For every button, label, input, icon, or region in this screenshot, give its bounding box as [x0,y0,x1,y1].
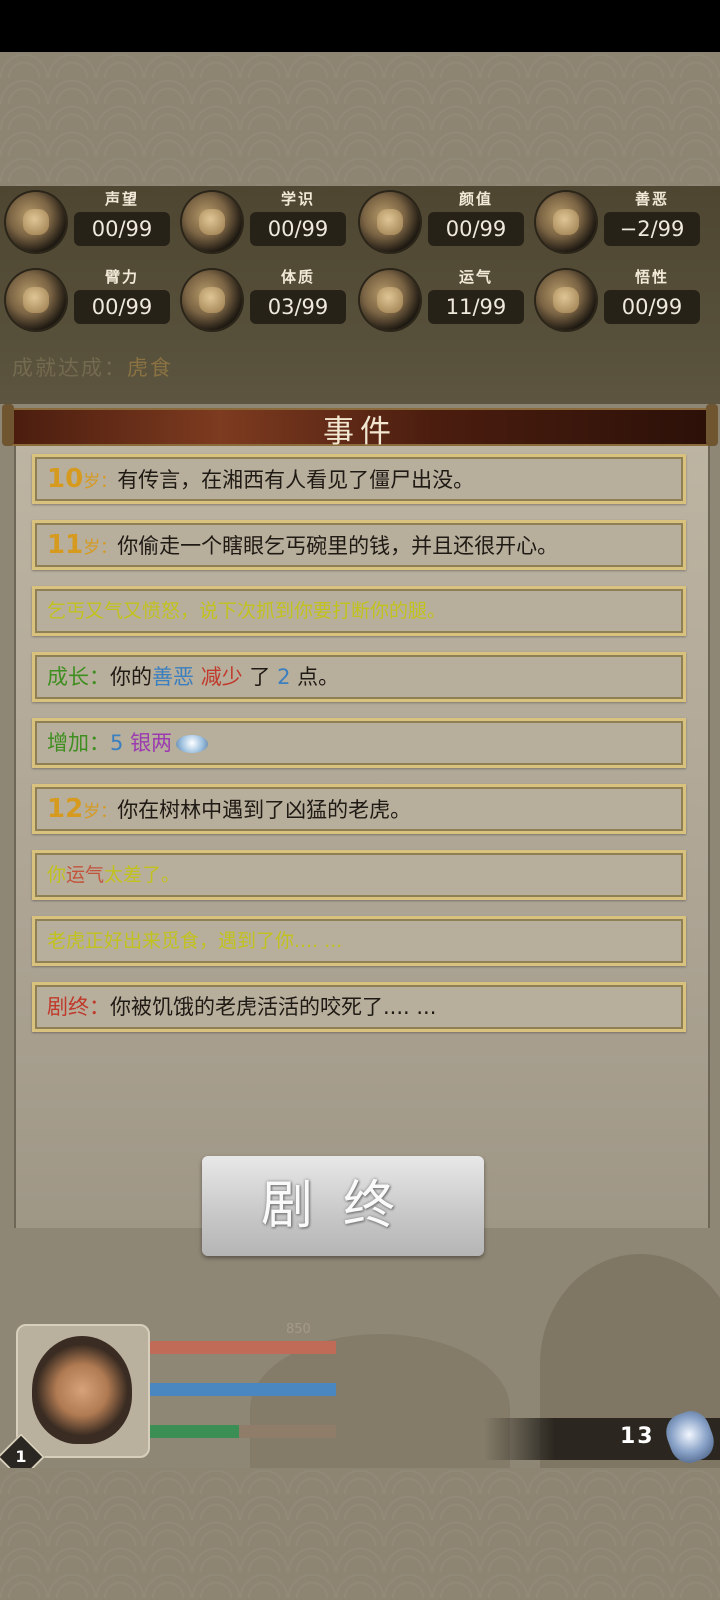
comprehension-icon [536,270,596,330]
constitution-icon [182,270,242,330]
stat-value: −2/99 [604,212,700,246]
event-text: 你的 [110,665,152,689]
stat-label: 运气 [458,268,493,286]
event-entry: 成长：你的善恶 减少 了 2 点。 [32,652,686,702]
event-entry: 剧终：你被饥饿的老虎活活的咬死了.... ... [32,982,686,1032]
background-pattern-bottom [0,1468,720,1600]
event-text: 了 [249,665,271,689]
stat-value: 00/99 [74,212,170,246]
silver-ingot-icon [176,735,209,753]
stat-fame[interactable]: 声望 00/99 [0,188,175,256]
stat-value: 00/99 [604,290,700,324]
event-entry: 增加：5 银两 [32,718,686,768]
event-text: 你在树林中遇到了凶猛的老虎。 [117,798,412,822]
knowledge-icon [182,192,242,252]
event-age: 12 [47,794,84,824]
stat-label: 学识 [280,190,315,208]
stat-value: 03/99 [250,290,346,324]
panel-title: 事件 [323,414,397,450]
stat-label: 颜值 [458,190,493,208]
sp-bar [150,1425,336,1438]
event-entry: 老虎正好出来觅食，遇到了你.... ... [32,916,686,966]
stat-value: 00/99 [74,290,170,324]
event-entry: 10岁：有传言，在湘西有人看见了僵尸出没。 [32,454,686,504]
event-prefix: 成长： [47,665,110,689]
end-game-button[interactable]: 剧终 [202,1156,484,1256]
hp-value: 850 [286,1322,311,1337]
hp-bar [150,1341,336,1354]
end-game-label: 剧终 [260,1176,425,1236]
stat-label: 体质 [280,268,315,286]
stat-label: 声望 [104,190,139,208]
stats-panel: 声望 00/99 学识 00/99 颜值 00/99 善恶 −2/99 臂力 0… [0,186,720,346]
event-age-suffix: 岁： [83,802,118,822]
achievement-value: 虎食 [127,356,173,380]
fame-icon [6,192,66,252]
avatar [32,1336,132,1444]
event-amount: 2 [277,665,291,689]
stat-value: 00/99 [428,212,524,246]
stat-knowledge[interactable]: 学识 00/99 [176,188,351,256]
event-age: 10 [47,464,84,494]
luck-icon [360,270,420,330]
event-age: 11 [47,530,84,560]
hp-bar-fill [150,1341,336,1354]
event-text: 点。 [297,665,340,689]
stat-strength[interactable]: 臂力 00/99 [0,266,175,334]
stat-luck[interactable]: 运气 11/99 [354,266,529,334]
stat-label: 善恶 [634,190,669,208]
event-age-suffix: 岁： [83,538,118,558]
event-text: 老虎正好出来觅食，遇到了你.... ... [47,930,343,952]
looks-icon [360,192,420,252]
event-amount: 5 [110,731,124,755]
event-change: 减少 [200,665,243,689]
stat-value: 00/99 [250,212,346,246]
morality-icon [536,192,596,252]
achievement-notice: 成就达成：虎食 [12,352,173,382]
mp-bar [150,1383,336,1396]
event-prefix: 剧终： [47,995,110,1019]
stat-label: 臂力 [104,268,139,286]
event-prefix: 增加： [47,731,110,755]
stat-label: 悟性 [634,268,669,286]
background-pattern-top [0,52,720,186]
event-entry: 11岁：你偷走一个瞎眼乞丐碗里的钱，并且还很开心。 [32,520,686,570]
mp-bar-fill [150,1383,336,1396]
currency-count: 13 [620,1424,655,1449]
event-entry: 你运气太差了。 [32,850,686,900]
event-text: 有传言，在湘西有人看见了僵尸出没。 [117,468,475,492]
stat-looks[interactable]: 颜值 00/99 [354,188,529,256]
event-item: 银两 [130,731,173,755]
stat-comprehension[interactable]: 悟性 00/99 [530,266,705,334]
stat-morality[interactable]: 善恶 −2/99 [530,188,705,256]
event-entry: 乞丐又气又愤怒，说下次抓到你要打断你的腿。 [32,586,686,636]
sp-bar-fill [150,1425,240,1438]
mountain-silhouette [250,1334,510,1484]
event-text: 你 [47,864,67,886]
event-text: 你被饥饿的老虎活活的咬死了.... ... [110,995,437,1019]
stat-value: 11/99 [428,290,524,324]
event-attribute: 善恶 [152,665,194,689]
player-portrait[interactable] [16,1324,150,1458]
stat-constitution[interactable]: 体质 03/99 [176,266,351,334]
event-text: 太差了。 [104,864,181,886]
event-entry: 12岁：你在树林中遇到了凶猛的老虎。 [32,784,686,834]
event-highlight: 运气 [66,864,105,886]
strength-icon [6,270,66,330]
event-text: 你偷走一个瞎眼乞丐碗里的钱，并且还很开心。 [117,534,559,558]
event-text: 乞丐又气又愤怒，说下次抓到你要打断你的腿。 [47,600,447,622]
achievement-label: 成就达成： [12,356,127,380]
event-age-suffix: 岁： [83,472,118,492]
status-bar [0,0,720,52]
